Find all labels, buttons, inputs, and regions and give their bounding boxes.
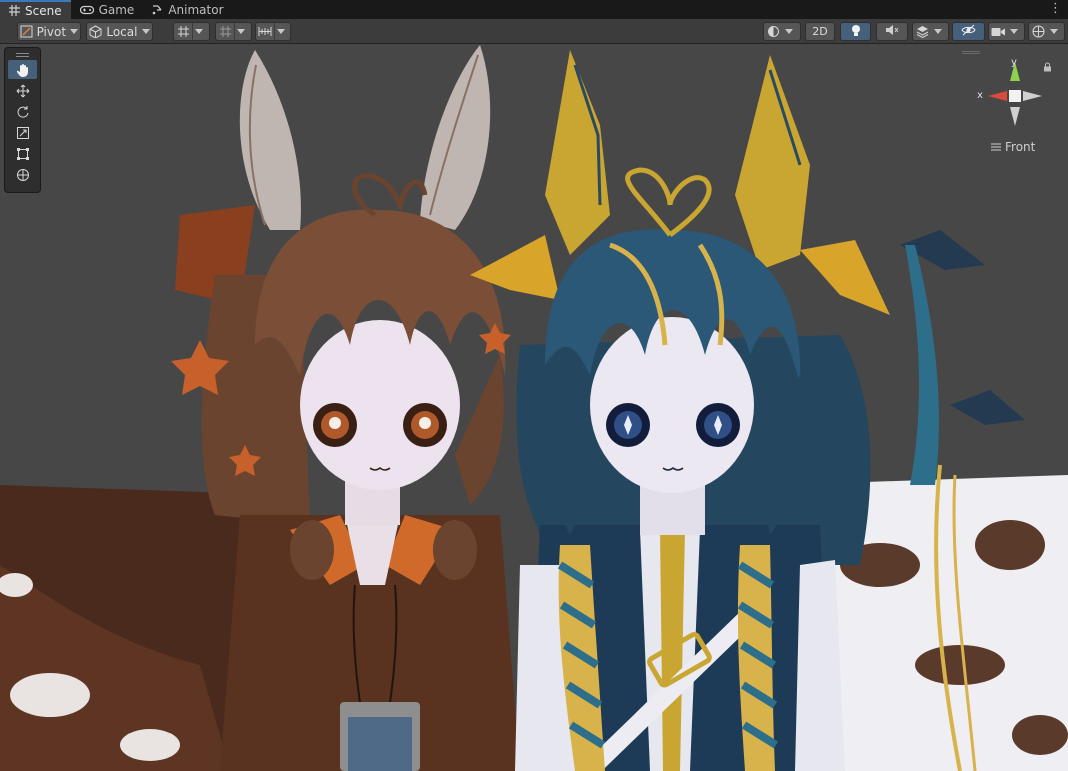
neg-y-axis-cone [1010, 107, 1020, 126]
increment-snap-icon [216, 23, 234, 40]
shading-sphere-icon [764, 23, 782, 40]
grid-snap-icon [174, 23, 192, 40]
gamepad-icon [79, 5, 94, 15]
chevron-down-icon [68, 23, 80, 40]
pivot-icon [18, 23, 35, 40]
left-avatar [0, 45, 574, 771]
pivot-dropdown[interactable]: Pivot [17, 22, 81, 41]
tab-animator-label: Animator [168, 2, 224, 17]
chevron-down-icon [139, 23, 152, 40]
local-label: Local [106, 24, 138, 39]
x-axis-label: x [977, 90, 983, 101]
tab-scene-label: Scene [25, 3, 62, 18]
gizmos-dropdown[interactable] [1028, 22, 1065, 41]
scale-tool-icon[interactable] [8, 123, 37, 142]
lightbulb-icon [851, 24, 861, 40]
grid-icon [9, 5, 20, 16]
move-tool-icon[interactable] [8, 81, 37, 100]
scene-viewport[interactable] [0, 45, 1068, 771]
lock-icon[interactable] [1043, 61, 1052, 75]
lighting-toggle[interactable] [840, 22, 871, 41]
2d-mode-button[interactable]: 2D [805, 22, 835, 41]
chevron-down-icon [192, 23, 205, 40]
gizmo-globe-icon [1029, 23, 1047, 40]
animator-icon [152, 4, 163, 15]
chevron-down-icon [1047, 23, 1060, 40]
view-name: Front [1005, 140, 1036, 154]
editor-tab-bar: Scene Game Animator ⋮ [0, 0, 1068, 19]
scene-render [0, 45, 1068, 771]
chevron-down-icon [1007, 23, 1020, 40]
effects-dropdown[interactable] [912, 22, 949, 41]
cube-icon [87, 23, 104, 40]
chevron-down-icon [274, 23, 287, 40]
increment-snap-button[interactable] [215, 22, 252, 41]
layers-icon [913, 23, 931, 40]
kebab-menu-icon[interactable]: ⋮ [1049, 2, 1062, 16]
ruler-icon [256, 23, 274, 40]
y-axis-label: y [1011, 57, 1017, 68]
x-axis-cone [988, 91, 1007, 101]
transform-tool-icon[interactable] [8, 165, 37, 184]
camera-dropdown[interactable] [988, 22, 1025, 41]
tab-game[interactable]: Game [71, 0, 144, 19]
scene-toolbar: Pivot Local 2D [0, 19, 1068, 44]
hamburger-icon [991, 140, 1001, 154]
grid-snap-button[interactable] [173, 22, 210, 41]
tools-overlay [4, 47, 41, 193]
tools-overlay-grip[interactable] [8, 50, 37, 60]
local-dropdown[interactable]: Local [86, 22, 153, 41]
eye-hidden-icon [961, 24, 976, 39]
pivot-label: Pivot [36, 24, 67, 39]
audio-toggle[interactable] [876, 22, 908, 41]
chevron-down-icon [931, 23, 944, 40]
rotate-tool-icon[interactable] [8, 102, 37, 121]
neg-x-axis-cone [1023, 91, 1042, 101]
gizmo-center-cube [1009, 90, 1021, 102]
view-orientation-label[interactable]: Front [991, 140, 1035, 154]
tab-scene[interactable]: Scene [0, 0, 71, 19]
hand-tool-icon[interactable] [8, 60, 37, 79]
draw-mode-dropdown[interactable] [763, 22, 801, 41]
2d-label: 2D [812, 25, 828, 38]
chevron-down-icon [234, 23, 247, 40]
audio-mute-icon [885, 24, 899, 39]
grid-visibility-button[interactable] [255, 22, 291, 41]
tab-game-label: Game [98, 2, 135, 17]
rect-tool-icon[interactable] [8, 144, 37, 163]
tab-animator[interactable]: Animator [143, 0, 232, 19]
scene-visibility-toggle[interactable] [952, 22, 985, 41]
camera-icon [989, 23, 1007, 40]
chevron-down-icon [782, 23, 795, 40]
